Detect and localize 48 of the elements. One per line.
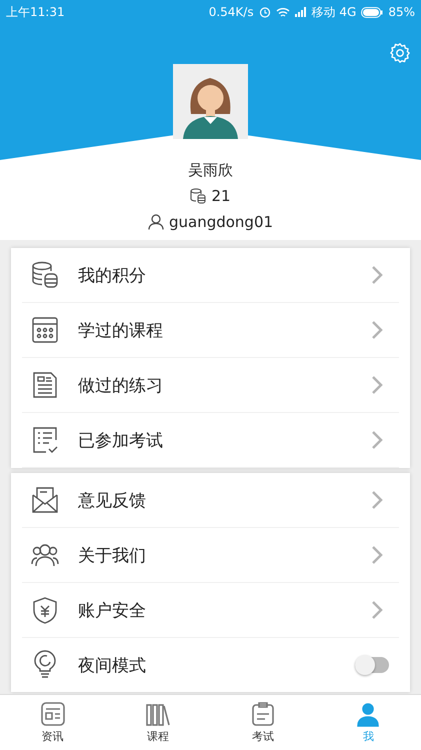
user-icon [148,214,164,230]
nav-tab[interactable]: 资讯 [0,695,106,750]
menu-label: 学过的课程 [78,320,164,342]
chevron-icon [371,490,383,510]
menu-label: 意见反馈 [78,490,147,512]
settings-icon[interactable] [389,42,411,64]
user-name: 吴雨欣 [188,160,233,180]
chevron-icon [371,320,383,340]
clipboard-icon [250,701,276,727]
wifi-icon [276,6,290,18]
person-icon [355,701,382,727]
alarm-icon [258,6,271,18]
toggle-switch[interactable] [355,657,389,673]
menu-item[interactable]: 已参加考试 [22,413,399,468]
chevron-icon [371,600,383,620]
username: guangdong01 [168,212,274,232]
nav-tab[interactable]: 考试 [210,695,316,750]
status-time: 上午11:31 [6,4,65,20]
network-speed: 0.54K/s [208,5,254,19]
envelope-icon [30,485,60,515]
menu-item[interactable]: 夜间模式 [22,638,399,692]
battery-icon [361,6,384,18]
menu-item[interactable]: 我的积分 [22,248,399,303]
chevron-icon [371,265,383,285]
menu-item[interactable]: 意见反馈 [22,473,399,528]
points-count: 21 [211,186,231,206]
carrier-label: 移动 4G [312,4,356,20]
chevron-icon [371,375,383,395]
chevron-icon [371,430,383,450]
menu-item[interactable]: 账户安全 [22,583,399,638]
menu-label: 我的积分 [78,264,147,286]
calendar-icon [30,315,60,345]
menu-label: 做过的练习 [78,374,164,396]
coins-icon [190,188,206,204]
menu-label: 夜间模式 [78,654,147,676]
menu-label: 账户安全 [78,600,147,622]
signal-icon [294,7,307,17]
coins-icon [30,260,60,290]
menu-item[interactable]: 学过的课程 [22,303,399,358]
menu-item[interactable]: 做过的练习 [22,358,399,413]
menu-label: 关于我们 [78,544,147,566]
battery-level: 85% [388,5,415,19]
menu-label: 已参加考试 [78,430,164,452]
newspaper-icon [40,701,66,727]
chevron-icon [371,545,383,565]
nav-tab[interactable]: 课程 [105,695,210,750]
menu-item[interactable]: 关于我们 [22,528,399,583]
books-icon [144,701,171,727]
